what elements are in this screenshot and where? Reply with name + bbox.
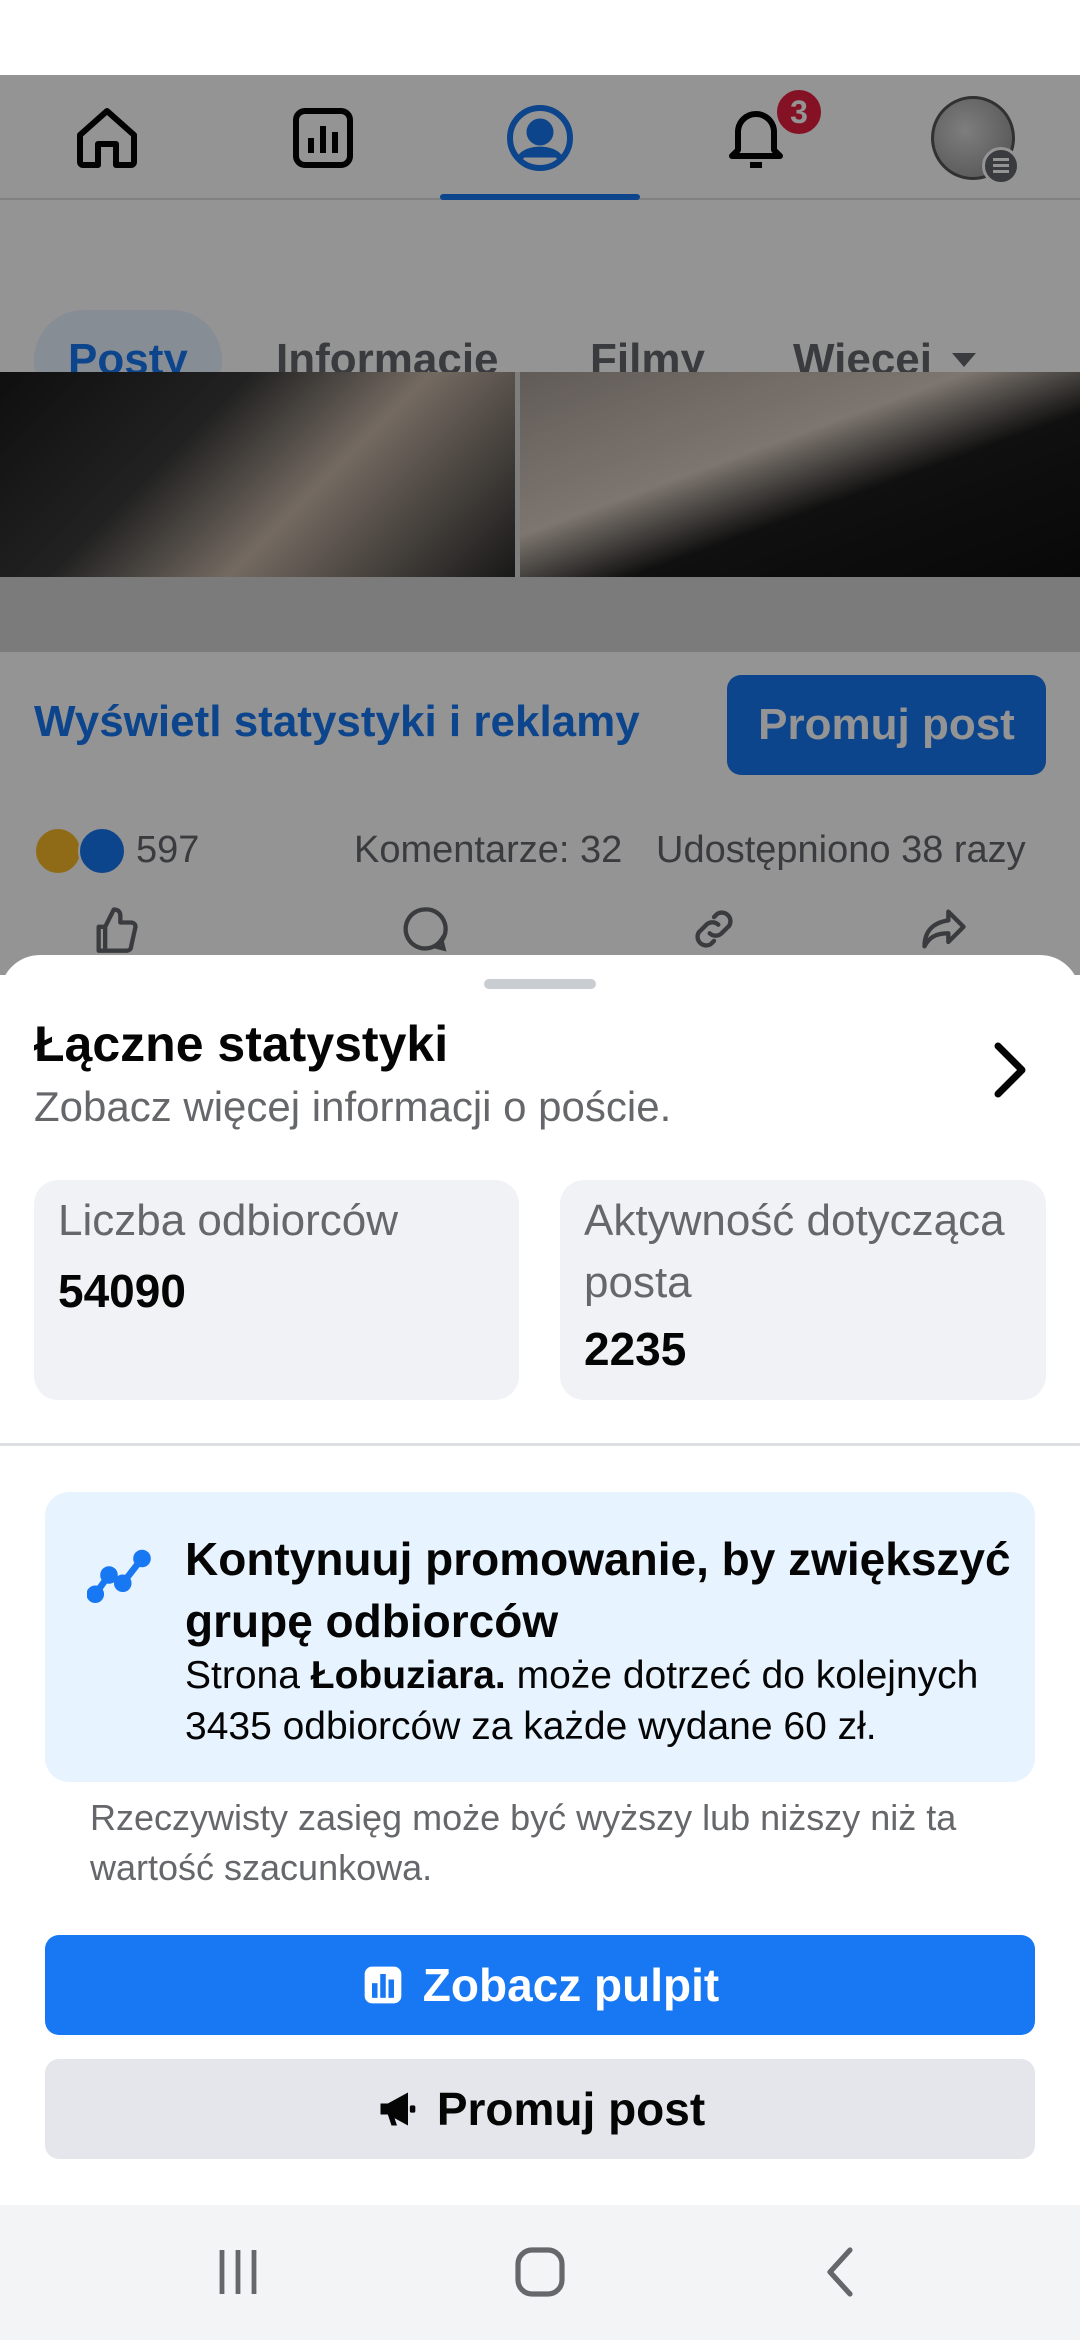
trend-line-icon (87, 1549, 151, 1604)
promo-text-prefix: Strona (185, 1654, 311, 1697)
promotion-card: Kontynuuj promowanie, by zwiększyć grupę… (45, 1492, 1035, 1782)
modal-scrim[interactable] (0, 75, 1080, 975)
dashboard-icon (364, 1966, 402, 2004)
status-bar (0, 0, 1080, 75)
sheet-title: Łączne statystyki (34, 1016, 449, 1072)
divider (0, 1443, 1080, 1446)
back-icon[interactable] (810, 2240, 874, 2304)
promote-post-label: Promuj post (436, 2083, 706, 2135)
page-name: Łobuziara. (310, 1654, 506, 1697)
promote-post-button[interactable]: Promuj post (45, 2059, 1035, 2159)
stat-label: Liczba odbiorców (58, 1196, 398, 1245)
home-button-icon[interactable] (508, 2240, 572, 2304)
view-dashboard-button[interactable]: Zobacz pulpit (45, 1935, 1035, 2035)
promotion-heading: Kontynuuj promowanie, by zwiększyć grupę… (185, 1533, 1011, 1647)
stat-card-engagement[interactable]: Aktywność dotycząca posta 2235 (560, 1180, 1046, 1400)
promotion-body: Strona Łobuziara. może dotrzeć do kolejn… (185, 1650, 1015, 1752)
system-navigation-bar (0, 2205, 1080, 2340)
stat-value: 54090 (58, 1265, 186, 1317)
sheet-subtitle: Zobacz więcej informacji o poście. (34, 1083, 672, 1130)
stat-label: Aktywność dotycząca posta (584, 1196, 1005, 1307)
drag-handle[interactable] (484, 979, 596, 989)
stats-bottom-sheet: Łączne statystyki Zobacz więcej informac… (0, 955, 1080, 2205)
recent-apps-icon[interactable] (206, 2240, 270, 2304)
stat-value: 2235 (584, 1323, 687, 1375)
stat-card-reach[interactable]: Liczba odbiorców 54090 (34, 1180, 519, 1400)
reach-disclaimer: Rzeczywisty zasięg może być wyższy lub n… (90, 1797, 957, 1888)
chevron-right-icon[interactable] (990, 1040, 1030, 1100)
view-dashboard-label: Zobacz pulpit (422, 1959, 720, 2011)
megaphone-icon (380, 2092, 416, 2126)
